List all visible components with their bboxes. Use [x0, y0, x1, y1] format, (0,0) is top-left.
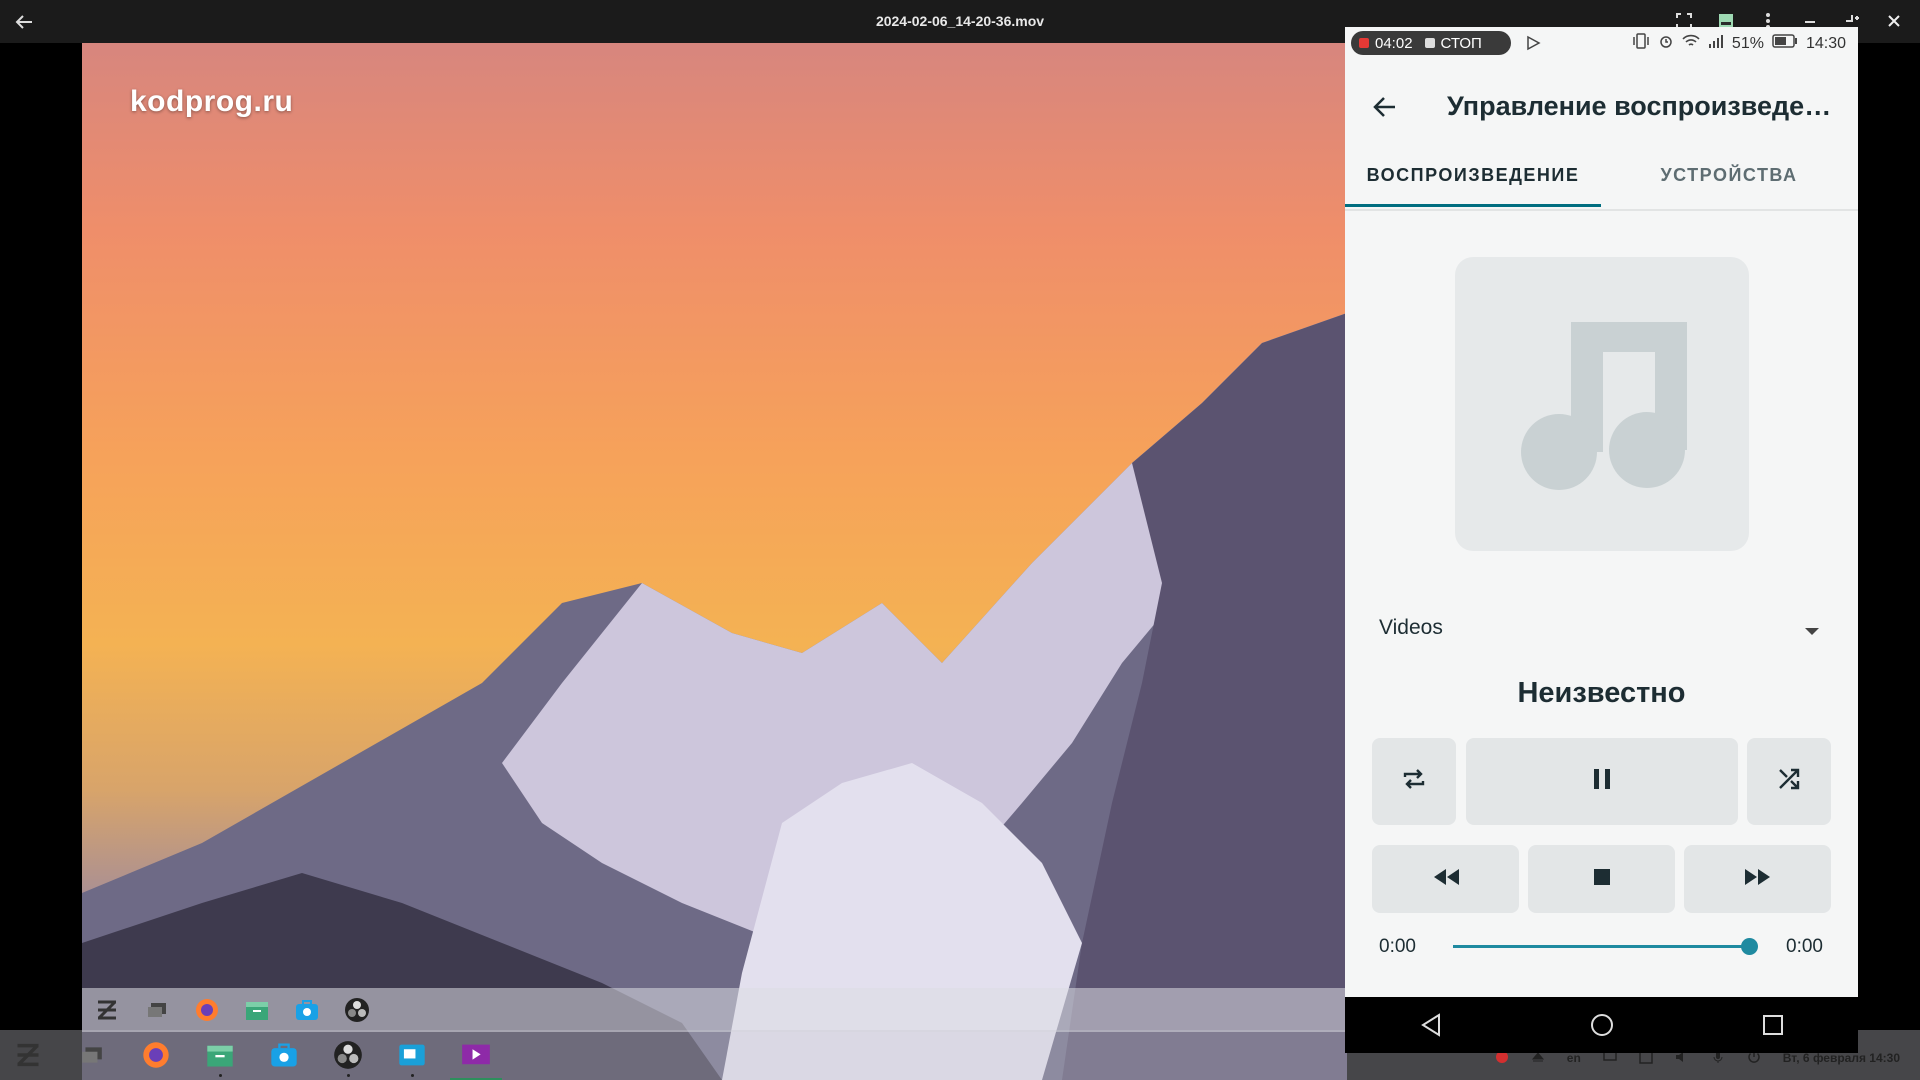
tab-playback[interactable]: ВОСПРОИЗВЕДЕНИЕ [1345, 155, 1601, 211]
page-title: Управление воспроизведен… [1447, 91, 1847, 121]
screen-mirror-icon[interactable] [394, 1037, 430, 1077]
firefox-icon[interactable] [192, 995, 222, 1025]
phone-screen[interactable]: 04:02 СТОП 51% 14:30 Управление воспроиз… [1345, 27, 1858, 1053]
vibrate-icon [1632, 33, 1650, 54]
phone-clock: 14:30 [1805, 34, 1846, 52]
keyboard-language[interactable]: en [1567, 1051, 1581, 1065]
screen-record-pill[interactable]: 04:02 СТОП [1351, 31, 1511, 55]
workspaces-icon[interactable] [142, 995, 172, 1025]
seek-slider[interactable] [1453, 938, 1758, 955]
shuffle-icon [1775, 765, 1803, 798]
alarm-icon [1658, 33, 1674, 54]
software-store-icon[interactable] [266, 1037, 302, 1073]
files-icon[interactable] [202, 1037, 238, 1077]
music-note-icon [1517, 312, 1687, 497]
elapsed-time: 0:00 [1379, 936, 1416, 957]
seek-thumb[interactable] [1741, 938, 1758, 955]
active-tab-indicator [1345, 204, 1601, 207]
stop-button[interactable] [1528, 845, 1675, 913]
nav-recents-icon[interactable] [1758, 1010, 1788, 1040]
rewind-icon [1431, 867, 1461, 892]
nav-home-icon[interactable] [1587, 1010, 1617, 1040]
pause-icon [1590, 766, 1614, 797]
desktop-wallpaper: kodprog.ru [82, 43, 1347, 1080]
track-title: Неизвестно [1517, 677, 1686, 709]
video-player-icon[interactable] [450, 1037, 502, 1080]
repeat-icon [1400, 765, 1428, 798]
tab-devices[interactable]: УСТРОЙСТВА [1601, 155, 1857, 211]
battery-icon [1772, 34, 1798, 53]
nav-back-icon[interactable] [1416, 1010, 1446, 1040]
cell-signal-icon [1708, 33, 1724, 54]
tab-bar: ВОСПРОИЗВЕДЕНИЕ УСТРОЙСТВА [1345, 155, 1858, 211]
shuffle-button[interactable] [1747, 738, 1831, 825]
album-art-placeholder [1455, 257, 1749, 551]
dropdown-arrow-icon [1805, 628, 1819, 635]
seek-fill [1453, 945, 1749, 948]
duration-time: 0:00 [1786, 936, 1823, 957]
zorin-menu-icon[interactable] [92, 995, 122, 1025]
clock-date[interactable]: Вт, 6 февраля 14:30 [1783, 1051, 1900, 1065]
wifi-icon [1682, 33, 1700, 54]
stop-label: СТОП [1440, 34, 1482, 52]
rewind-button[interactable] [1372, 845, 1519, 913]
obs-icon[interactable] [342, 995, 372, 1025]
firefox-icon[interactable] [138, 1037, 174, 1073]
zorin-menu-icon[interactable] [10, 1037, 46, 1073]
battery-percent: 51% [1731, 34, 1764, 52]
workspaces-icon[interactable] [74, 1037, 110, 1073]
watermark-text: kodprog.ru [130, 85, 294, 118]
back-arrow-icon[interactable] [1371, 93, 1399, 121]
android-statusbar: 04:02 СТОП 51% 14:30 [1345, 27, 1858, 60]
play-pause-button[interactable] [1466, 738, 1738, 825]
repeat-button[interactable] [1372, 738, 1456, 825]
cast-play-icon [1525, 35, 1541, 56]
record-time: 04:02 [1375, 34, 1413, 52]
obs-icon[interactable] [330, 1037, 366, 1077]
fast-forward-button[interactable] [1684, 845, 1831, 913]
inner-taskbar [82, 988, 1347, 1032]
fast-forward-icon [1743, 867, 1773, 892]
files-icon[interactable] [242, 995, 272, 1025]
media-source-dropdown[interactable]: Videos [1379, 612, 1829, 652]
close-icon[interactable] [1882, 9, 1906, 33]
media-source-value: Videos [1379, 616, 1443, 639]
record-dot-icon [1359, 38, 1369, 48]
stop-icon [1592, 867, 1612, 892]
android-navbar [1345, 997, 1858, 1053]
stop-square-icon [1424, 38, 1435, 48]
software-store-icon[interactable] [292, 995, 322, 1025]
app-bar: Управление воспроизведен… [1345, 77, 1858, 137]
